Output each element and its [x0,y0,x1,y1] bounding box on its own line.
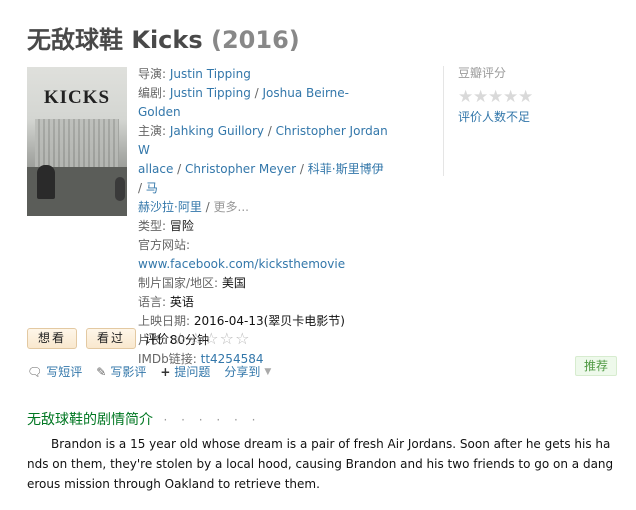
website-link[interactable]: www.facebook.com/kicksthemovie [138,257,345,271]
write-review-label: 写影评 [110,365,147,379]
insufficient-ratings-link[interactable]: 评价人数不足 [458,108,628,125]
empty-star-icon[interactable]: ☆ [235,329,251,348]
share-dropdown[interactable]: 分享到 ▼ [224,363,271,380]
comment-icon: 🗨︎ [27,364,43,379]
cast-label: 主演: [138,124,167,138]
synopsis-heading: 无敌球鞋的剧情简介 · · · · · · [27,409,260,429]
star-icon: ★ [503,87,519,107]
rating-panel: 豆瓣评分 ★ ★ ★ ★ ★ 评价人数不足 [458,64,628,125]
director-label: 导演: [138,67,167,81]
website-row: 官方网站: www.facebook.com/kicksthemovie [138,236,388,274]
star-icon: ★ [518,87,534,107]
want-to-watch-button[interactable]: 想看 [27,328,78,349]
more-cast-link[interactable]: 更多... [214,200,249,214]
release-value: 2016-04-13(翠贝卡电影节) [193,314,345,328]
writer-link[interactable]: Justin Tipping [170,86,251,100]
empty-star-icon[interactable]: ☆ [189,329,205,348]
recommend-button[interactable]: 推荐 [575,356,617,376]
writer-label: 编剧: [138,86,167,100]
poster-figure-graphic [115,177,125,201]
writer-row: 编剧: Justin Tipping / Joshua Beirne-Golde… [138,86,350,119]
synopsis-text: Brandon is a 15 year old whose dream is … [27,437,614,491]
empty-star-icon[interactable]: ☆ [173,329,189,348]
plus-icon: + [160,364,171,379]
poster-figure-graphic [37,165,55,199]
language-label: 语言: [138,295,167,309]
star-icon: ★ [473,87,489,107]
star-icon: ★ [458,87,474,107]
genre-row: 类型: 冒险 [138,217,388,236]
write-short-review-label: 写短评 [46,365,83,379]
synopsis-dots: · · · · · · [163,413,261,427]
country-value: 美国 [221,276,246,290]
rate-label: 评价: [145,332,174,346]
ask-question-link[interactable]: + 提问题 [160,363,210,380]
ask-question-label: 提问题 [174,365,211,379]
cast-link-continued[interactable]: allace [138,162,173,176]
page-title: 无敌球鞋 Kicks (2016) [27,20,300,55]
empty-star-icon[interactable]: ☆ [220,329,236,348]
genre-value: 冒险 [169,219,194,233]
cast-link[interactable]: 马 [146,181,158,195]
cast-link[interactable]: Christopher Meyer [185,162,296,176]
movie-info: 导演: Justin Tipping 编剧: Justin Tipping / … [138,65,388,369]
language-value: 英语 [169,295,194,309]
rating-stars: ★ ★ ★ ★ ★ [458,89,628,106]
poster-stadium-graphic [35,119,119,167]
movie-name: 无敌球鞋 Kicks [27,26,203,54]
rating-label: 豆瓣评分 [458,66,507,80]
cast-link[interactable]: 科菲·斯里博伊 [308,162,384,176]
pencil-icon: ✎ [96,364,107,379]
write-review-link[interactable]: ✎ 写影评 [96,363,146,380]
country-label: 制片国家/地区: [138,276,219,290]
movie-year: (2016) [211,26,300,54]
poster-title: KICKS [43,87,111,108]
share-label: 分享到 [224,365,261,379]
empty-star-icon[interactable]: ☆ [204,329,220,348]
cast-link-continued[interactable]: 赫沙拉·阿里 [138,200,202,214]
cast-row: 主演: Jahking Guillory / Christopher Jorda… [138,124,388,214]
genre-label: 类型: [138,219,167,233]
language-row: 语言: 英语 [138,293,388,312]
director-row: 导演: Justin Tipping [138,65,388,84]
website-label: 官方网站: [138,238,191,252]
star-icon: ★ [488,87,504,107]
rate-stars[interactable]: ☆☆☆☆☆ [173,329,251,348]
release-label: 上映日期: [138,314,191,328]
movie-poster[interactable]: KICKS [27,67,127,216]
cast-link[interactable]: Jahking Guillory [170,124,264,138]
watched-button[interactable]: 看过 [86,328,137,349]
director-link[interactable]: Justin Tipping [170,67,251,81]
country-row: 制片国家/地区: 美国 [138,274,388,293]
caret-down-icon: ▼ [264,366,272,377]
rating-divider [443,66,444,176]
interest-links: 🗨︎ 写短评 ✎ 写影评 + 提问题 分享到 ▼ [27,363,285,380]
write-short-review-link[interactable]: 🗨︎ 写短评 [27,363,82,380]
synopsis-title: 无敌球鞋的剧情简介 [27,412,153,428]
action-bar: 想看 看过 评价: ☆☆☆☆☆ [27,328,251,349]
